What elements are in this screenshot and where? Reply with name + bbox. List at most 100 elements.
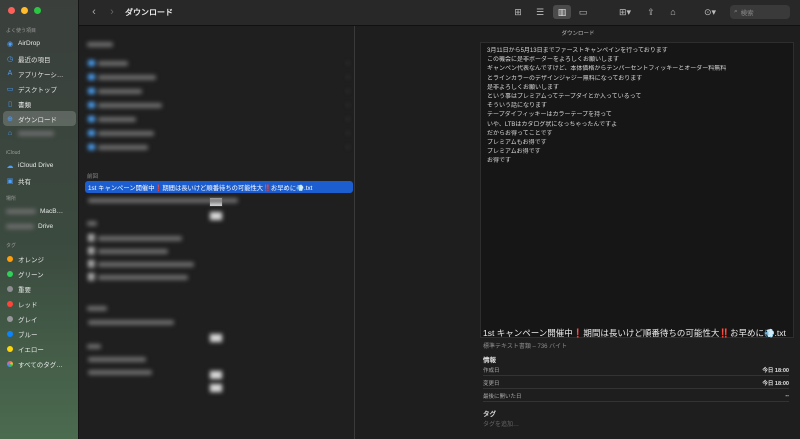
action-menu-button[interactable]: ⊙▾ (701, 6, 719, 18)
tag-label: 重要 (18, 286, 31, 294)
list-item[interactable] (85, 259, 353, 269)
list-item[interactable] (85, 354, 353, 380)
sidebar-tag-red[interactable]: レッド (0, 296, 78, 311)
window-title: ダウンロード (125, 8, 173, 17)
sidebar-tag-important[interactable]: 重要 (0, 281, 78, 296)
shared-folder-icon: ▣ (6, 177, 14, 185)
tag-button[interactable]: ⌂ (667, 6, 679, 18)
sidebar-item-applications[interactable]: A アプリケーシ… (0, 66, 78, 81)
search-field[interactable]: ⌕ 検索 (730, 5, 790, 19)
preview-line: そういう話になります (487, 103, 548, 110)
columns-icon: ▥ (557, 6, 567, 17)
grid-icon: ⊞ (514, 6, 522, 17)
sidebar-item-label: AirDrop (18, 40, 41, 47)
sidebar-item-label: iCloud Drive (18, 162, 54, 169)
tag-label: グレイ (18, 316, 38, 324)
info-row-last-opened: 最後に開いた日 -- (483, 390, 789, 402)
list-item[interactable] (85, 272, 353, 282)
sidebar-item-label: 共有 (18, 178, 31, 186)
preview-line: プレミアムお得です (487, 149, 541, 156)
minimize-window-button[interactable] (21, 7, 28, 14)
info-label: 作成日 (483, 367, 500, 374)
sidebar-tag-orange[interactable]: オレンジ (0, 251, 78, 266)
sidebar-item-desktop[interactable]: ▭ デスクトップ (0, 81, 78, 96)
list-item[interactable]: › (85, 114, 353, 124)
column-view-button[interactable]: ▥ (553, 5, 571, 19)
tags-header: タグ (483, 411, 496, 418)
tag-label: オレンジ (18, 256, 44, 264)
list-view-button[interactable]: ☰ (533, 6, 547, 18)
list-item[interactable] (85, 367, 353, 393)
sidebar-item-downloads[interactable]: ⊕ ダウンロード (3, 111, 76, 126)
sidebar-tag-blue[interactable]: ブルー (0, 326, 78, 341)
favorites-section: よく使う項目 ◉ AirDrop ◷ 最近の項目 A アプリケーシ… ▭ デスク… (0, 27, 78, 141)
sidebar-item-label: 書類 (18, 101, 31, 109)
sidebar-item-drive[interactable]: Drive (0, 219, 78, 234)
sidebar-item-airdrop[interactable]: ◉ AirDrop (0, 36, 78, 51)
tag-label: レッド (18, 301, 38, 309)
sidebar-item-icloud-drive[interactable]: ☁ iCloud Drive (0, 158, 78, 173)
info-row-modified: 変更日 今日 18:00 (483, 377, 789, 389)
redacted-label (6, 209, 36, 214)
sidebar-tag-all[interactable]: すべてのタグ… (0, 356, 78, 371)
sidebar-item-documents[interactable]: ▯ 書類 (0, 96, 78, 111)
blue-tag-icon (7, 330, 13, 337)
icon-view-button[interactable]: ⊞ (511, 6, 525, 18)
preview-line: お得です (487, 158, 512, 165)
redacted-label (18, 131, 54, 136)
preview-line: 是非よろしくお願いします (487, 84, 560, 91)
preview-line: この機会に是非ボーダーをよろしくお願いします (487, 57, 620, 64)
list-item[interactable]: › (85, 72, 353, 82)
gray-tag-icon (7, 285, 13, 292)
selected-file-row[interactable]: 1st キャンペーン開催中❗️期間は長いけど順番待ちの可能性大‼️お早めに💨.t… (85, 181, 353, 207)
back-button[interactable]: ‹ (87, 5, 101, 19)
preview-line: プレミアムもお得です (487, 140, 547, 147)
group-header (87, 42, 113, 49)
list-item[interactable]: › (85, 100, 353, 110)
list-item[interactable]: › (85, 128, 353, 138)
orange-tag-icon (7, 255, 13, 262)
group-button[interactable]: ⊞▾ (615, 6, 635, 18)
airdrop-icon: ◉ (6, 40, 14, 48)
list-item[interactable] (85, 233, 353, 243)
list-item[interactable]: › (85, 86, 353, 96)
locations-header: 場所 (6, 196, 17, 202)
sidebar-tag-yellow[interactable]: イエロー (0, 341, 78, 356)
icloud-section: iCloud ☁ iCloud Drive ▣ 共有 (0, 149, 78, 188)
sidebar-item-label: デスクトップ (18, 86, 57, 94)
sidebar-item-home[interactable]: ⌂ (0, 126, 78, 141)
sidebar-item-recents[interactable]: ◷ 最近の項目 (0, 51, 78, 66)
sidebar-tag-green[interactable]: グリーン (0, 266, 78, 281)
list-item[interactable]: › (85, 58, 353, 68)
group-header (87, 344, 101, 351)
list-item[interactable] (85, 195, 353, 221)
applications-icon: A (7, 70, 13, 77)
sidebar-tag-gray[interactable]: グレイ (0, 311, 78, 326)
forward-button[interactable]: › (105, 5, 119, 19)
redacted-label (6, 224, 34, 229)
search-icon: ⌕ (734, 8, 738, 15)
preview-line: という事はプレミアムってテープダイとか入っているって (487, 94, 642, 101)
tag-label: グリーン (18, 271, 44, 279)
red-tag-icon (7, 300, 13, 307)
favorites-header: よく使う項目 (6, 28, 37, 34)
list-item[interactable]: › (85, 142, 353, 152)
zoom-window-button[interactable] (34, 7, 41, 14)
info-row-created: 作成日 今日 18:00 (483, 364, 789, 376)
list-item[interactable] (85, 317, 353, 343)
sidebar-item-macbook[interactable]: MacB… (0, 204, 78, 219)
gallery-view-button[interactable]: ▭ (576, 6, 590, 18)
sidebar-item-shared[interactable]: ▣ 共有 (0, 173, 78, 188)
sidebar-item-label: 最近の項目 (18, 56, 51, 64)
gray-tag-icon (7, 315, 13, 322)
add-tag-input[interactable]: タグを追加… (483, 419, 519, 428)
share-button[interactable]: ⇪ (645, 6, 657, 18)
list-item[interactable] (85, 246, 353, 256)
toolbar: ‹ › ダウンロード ⊞ ☰ ▥ ▭ ⊞▾ ⇪ ⌂ ⊙▾ ⌕ 検索 (79, 0, 800, 26)
sidebar-item-label: MacB… (40, 208, 64, 215)
preview-line: 3月11日から5月13日までファーストキャンペインを行っております (487, 48, 668, 54)
close-window-button[interactable] (8, 7, 15, 14)
tag-icon: ⌂ (670, 7, 676, 17)
clock-icon: ◷ (6, 55, 14, 63)
window-controls (8, 7, 41, 14)
